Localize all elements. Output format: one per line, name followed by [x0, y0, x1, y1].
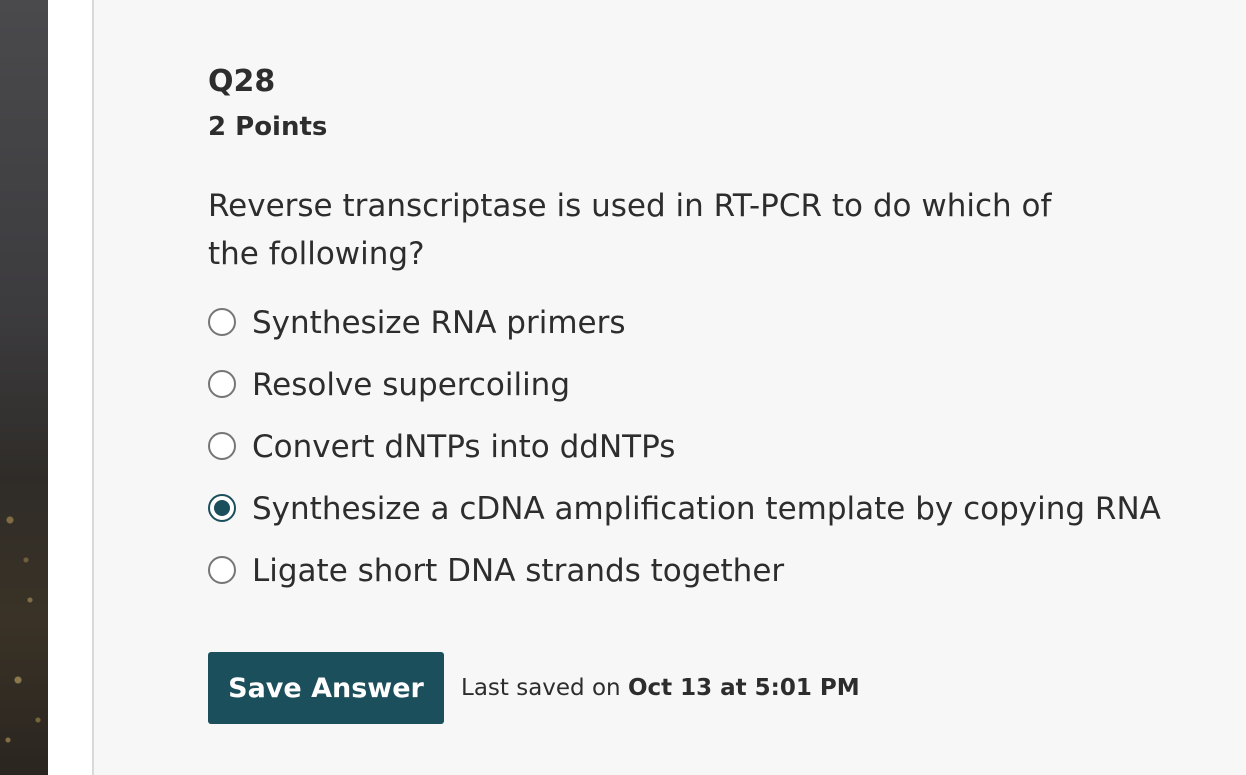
answer-option-label[interactable]: Convert dNTPs into ddNTPs: [252, 429, 675, 465]
question-prompt: Reverse transcriptase is used in RT-PCR …: [208, 188, 1052, 272]
answer-option-label[interactable]: Synthesize a cDNA amplification template…: [252, 491, 1161, 527]
radio-button[interactable]: [208, 432, 236, 460]
answer-options: Synthesize RNA primers Resolve supercoil…: [208, 294, 1208, 604]
question-panel: Q28 2 Points Reverse transcriptase is us…: [92, 0, 1246, 775]
answer-option-1[interactable]: Synthesize RNA primers: [208, 294, 1208, 356]
answer-option-2[interactable]: Resolve supercoiling: [208, 356, 1208, 418]
last-saved-status: Last saved on Oct 13 at 5:01 PM: [461, 675, 860, 701]
answer-option-label[interactable]: Ligate short DNA strands together: [252, 553, 784, 589]
page-gutter: [48, 0, 92, 775]
radio-button[interactable]: [208, 556, 236, 584]
radio-button-selected[interactable]: [208, 494, 236, 522]
answer-option-4[interactable]: Synthesize a cDNA amplification template…: [208, 480, 1208, 542]
last-saved-prefix: Last saved on: [461, 675, 621, 701]
question-number: Q28: [208, 64, 276, 99]
answer-option-label[interactable]: Resolve supercoiling: [252, 367, 570, 403]
answer-option-5[interactable]: Ligate short DNA strands together: [208, 542, 1208, 604]
question-points: 2 Points: [208, 112, 328, 142]
background-photo: [0, 0, 48, 775]
radio-button[interactable]: [208, 308, 236, 336]
radio-button[interactable]: [208, 370, 236, 398]
save-row: Save Answer Last saved on Oct 13 at 5:01…: [208, 652, 860, 724]
save-answer-button[interactable]: Save Answer: [208, 652, 444, 724]
answer-option-label[interactable]: Synthesize RNA primers: [252, 305, 626, 341]
last-saved-time: Oct 13 at 5:01 PM: [627, 675, 860, 701]
answer-option-3[interactable]: Convert dNTPs into ddNTPs: [208, 418, 1208, 480]
